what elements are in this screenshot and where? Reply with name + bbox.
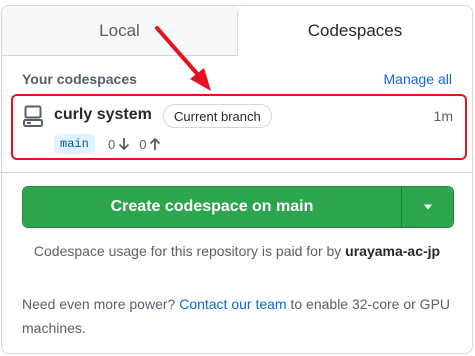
tab-local[interactable]: Local <box>2 6 237 56</box>
divider <box>2 172 472 173</box>
create-codespace-button-group: Create codespace on main <box>22 186 454 228</box>
codespaces-dropdown-panel: Local Codespaces Your codespaces Manage … <box>1 5 473 354</box>
tab-codespaces[interactable]: Codespaces <box>237 6 472 56</box>
create-codespace-button[interactable]: Create codespace on main <box>23 187 401 227</box>
codespaces-section-header: Your codespaces Manage all <box>22 69 452 89</box>
manage-all-link[interactable]: Manage all <box>384 71 453 87</box>
contact-team-link[interactable]: Contact our team <box>179 296 286 312</box>
tab-bar: Local Codespaces <box>2 6 472 56</box>
more-power-notice: Need even more power? Contact our team t… <box>22 292 450 340</box>
branch-badge: main <box>54 134 95 154</box>
codespace-icon <box>23 105 43 127</box>
create-options-dropdown-button[interactable] <box>401 187 453 227</box>
behind-count: 0 <box>108 136 116 152</box>
sync-status: 0 0 <box>108 134 168 154</box>
section-title: Your codespaces <box>22 71 137 87</box>
arrow-down-icon <box>119 138 130 151</box>
last-used-time: 1m <box>433 108 453 124</box>
codespace-list-item[interactable]: curly system Current branch 1m main 0 0 <box>11 94 467 160</box>
ahead-count: 0 <box>139 136 147 152</box>
arrow-up-icon <box>150 137 161 150</box>
current-branch-label: Current branch <box>163 104 272 128</box>
usage-notice: Codespace usage for this repository is p… <box>26 239 448 263</box>
triangle-down-icon <box>423 204 432 210</box>
billing-owner: urayama-ac-jp <box>345 243 441 259</box>
usage-prefix: Codespace usage for this repository is p… <box>33 243 346 259</box>
power-prefix: Need even more power? <box>22 296 180 312</box>
codespace-name[interactable]: curly system <box>54 106 152 124</box>
